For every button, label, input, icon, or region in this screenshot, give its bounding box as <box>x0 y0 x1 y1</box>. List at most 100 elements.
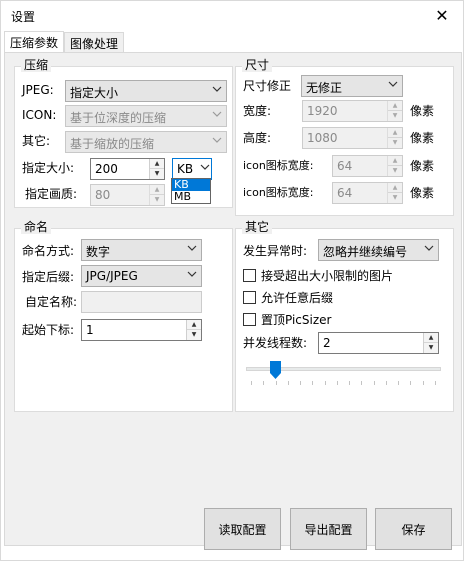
slider-tick <box>251 381 252 385</box>
tab-panel: 压缩 JPEG: 指定大小 ICON: 基于位深度的压缩 其它: 基于缩放的压缩… <box>4 52 462 550</box>
height-input[interactable]: 1080 ▲ ▼ <box>302 127 403 149</box>
threads-label: 并发线程数: <box>243 336 308 350</box>
jpeg-mode-select[interactable]: 指定大小 <box>65 80 227 102</box>
group-compression-label: 压缩 <box>21 58 52 72</box>
slider-tick <box>410 381 411 385</box>
settings-window: 设置 ✕ 压缩参数 图像处理 压缩 JPEG: 指定大小 ICON: 基于位深度… <box>0 0 464 561</box>
read-config-button[interactable]: 读取配置 <box>204 508 281 550</box>
slider-tick <box>276 381 277 385</box>
close-icon[interactable]: ✕ <box>427 1 457 31</box>
spin-down-icon[interactable]: ▼ <box>388 166 402 176</box>
slider-tick <box>263 381 264 385</box>
icon-mode-select[interactable]: 基于位深度的压缩 <box>65 105 227 127</box>
topmost-label: 置顶PicSizer <box>261 313 332 327</box>
naming-mode-value: 数字 <box>86 245 111 259</box>
spin-up-icon[interactable]: ▲ <box>388 128 402 138</box>
spin-up-icon[interactable]: ▲ <box>150 185 164 195</box>
export-config-button[interactable]: 导出配置 <box>290 508 367 550</box>
icon-height-spinner[interactable]: ▲ ▼ <box>387 183 402 203</box>
spin-up-icon[interactable]: ▲ <box>388 183 402 193</box>
icon-width-unit: 像素 <box>410 159 435 173</box>
group-other-label: 其它 <box>242 220 273 234</box>
jpeg-mode-value: 指定大小 <box>70 86 119 100</box>
spin-down-icon[interactable]: ▼ <box>150 195 164 205</box>
slider-tick <box>337 381 338 385</box>
slider-tick <box>386 381 387 385</box>
accept-oversize-checkbox[interactable]: 接受超出大小限制的图片 <box>243 267 393 284</box>
save-button[interactable]: 保存 <box>375 508 452 550</box>
icon-width-input[interactable]: 64 ▲ ▼ <box>332 155 403 177</box>
checkbox-box[interactable] <box>243 313 256 326</box>
size-unit-select[interactable]: KB <box>172 158 212 180</box>
naming-mode-label: 命名方式: <box>22 244 75 258</box>
icon-width-value: 64 <box>337 159 353 173</box>
topmost-checkbox[interactable]: 置顶PicSizer <box>243 311 331 328</box>
quality-spinner[interactable]: ▲ ▼ <box>149 185 164 205</box>
width-spinner[interactable]: ▲ ▼ <box>387 101 402 121</box>
slider-tick <box>288 381 289 385</box>
spin-up-icon[interactable]: ▲ <box>388 101 402 111</box>
suffix-select[interactable]: JPG/JPEG <box>81 265 202 287</box>
spin-down-icon[interactable]: ▼ <box>388 111 402 121</box>
spin-down-icon[interactable]: ▼ <box>388 138 402 148</box>
unit-option-mb[interactable]: MB <box>172 191 210 203</box>
spin-down-icon[interactable]: ▼ <box>150 169 164 179</box>
on-error-select[interactable]: 忽略并继续编号 <box>318 239 439 261</box>
start-index-label: 起始下标: <box>22 323 75 337</box>
chevron-down-icon <box>187 270 197 278</box>
allow-any-suffix-label: 允许任意后缀 <box>261 291 334 305</box>
quality-input[interactable]: 80 ▲ ▼ <box>90 184 165 206</box>
allow-any-suffix-checkbox[interactable]: 允许任意后缀 <box>243 289 333 306</box>
tab-image-processing[interactable]: 图像处理 <box>64 32 125 53</box>
other-mode-select[interactable]: 基于缩放的压缩 <box>65 131 227 153</box>
size-spinner[interactable]: ▲ ▼ <box>149 159 164 179</box>
slider-tick <box>374 381 375 385</box>
size-label: 指定大小: <box>22 161 75 175</box>
height-spinner[interactable]: ▲ ▼ <box>387 128 402 148</box>
slider-thumb-icon[interactable] <box>270 361 281 379</box>
icon-width-label: icon图标宽度: <box>243 159 314 172</box>
custom-name-input[interactable] <box>81 291 202 313</box>
spin-up-icon[interactable]: ▲ <box>424 333 438 343</box>
icon-label: ICON: <box>22 108 57 122</box>
start-index-value: 1 <box>86 323 94 337</box>
group-dimensions-label: 尺寸 <box>242 58 273 72</box>
title-bar: 设置 ✕ <box>1 1 463 31</box>
threads-slider[interactable] <box>246 361 441 387</box>
start-index-spinner[interactable]: ▲ ▼ <box>186 320 201 340</box>
icon-height-unit: 像素 <box>410 186 435 200</box>
size-input[interactable]: 200 ▲ ▼ <box>90 158 165 180</box>
icon-height-value: 64 <box>337 186 353 200</box>
other-mode-value: 基于缩放的压缩 <box>70 137 155 151</box>
spin-down-icon[interactable]: ▼ <box>187 330 201 340</box>
size-fix-value: 无修正 <box>306 81 343 95</box>
icon-width-spinner[interactable]: ▲ ▼ <box>387 156 402 176</box>
checkbox-box[interactable] <box>243 291 256 304</box>
icon-height-input[interactable]: 64 ▲ ▼ <box>332 182 403 204</box>
slider-tick <box>435 381 436 385</box>
spin-up-icon[interactable]: ▲ <box>187 320 201 330</box>
spin-up-icon[interactable]: ▲ <box>388 156 402 166</box>
chevron-down-icon <box>424 244 434 252</box>
tab-compression-params[interactable]: 压缩参数 <box>4 31 65 54</box>
start-index-input[interactable]: 1 ▲ ▼ <box>81 319 202 341</box>
jpeg-label: JPEG: <box>22 83 54 97</box>
window-title: 设置 <box>11 10 36 24</box>
slider-tick <box>361 381 362 385</box>
slider-tick <box>312 381 313 385</box>
threads-input[interactable]: 2 ▲ ▼ <box>318 332 439 354</box>
other-label: 其它: <box>22 134 51 148</box>
width-unit: 像素 <box>410 104 435 118</box>
chevron-down-icon <box>187 244 197 252</box>
naming-mode-select[interactable]: 数字 <box>81 239 202 261</box>
spin-down-icon[interactable]: ▼ <box>388 193 402 203</box>
size-fix-select[interactable]: 无修正 <box>301 75 403 97</box>
spin-up-icon[interactable]: ▲ <box>150 159 164 169</box>
slider-tick <box>325 381 326 385</box>
width-input[interactable]: 1920 ▲ ▼ <box>302 100 403 122</box>
threads-spinner[interactable]: ▲ ▼ <box>423 333 438 353</box>
slider-tick <box>423 381 424 385</box>
suffix-label: 指定后缀: <box>22 270 75 284</box>
checkbox-box[interactable] <box>243 269 256 282</box>
spin-down-icon[interactable]: ▼ <box>424 343 438 353</box>
